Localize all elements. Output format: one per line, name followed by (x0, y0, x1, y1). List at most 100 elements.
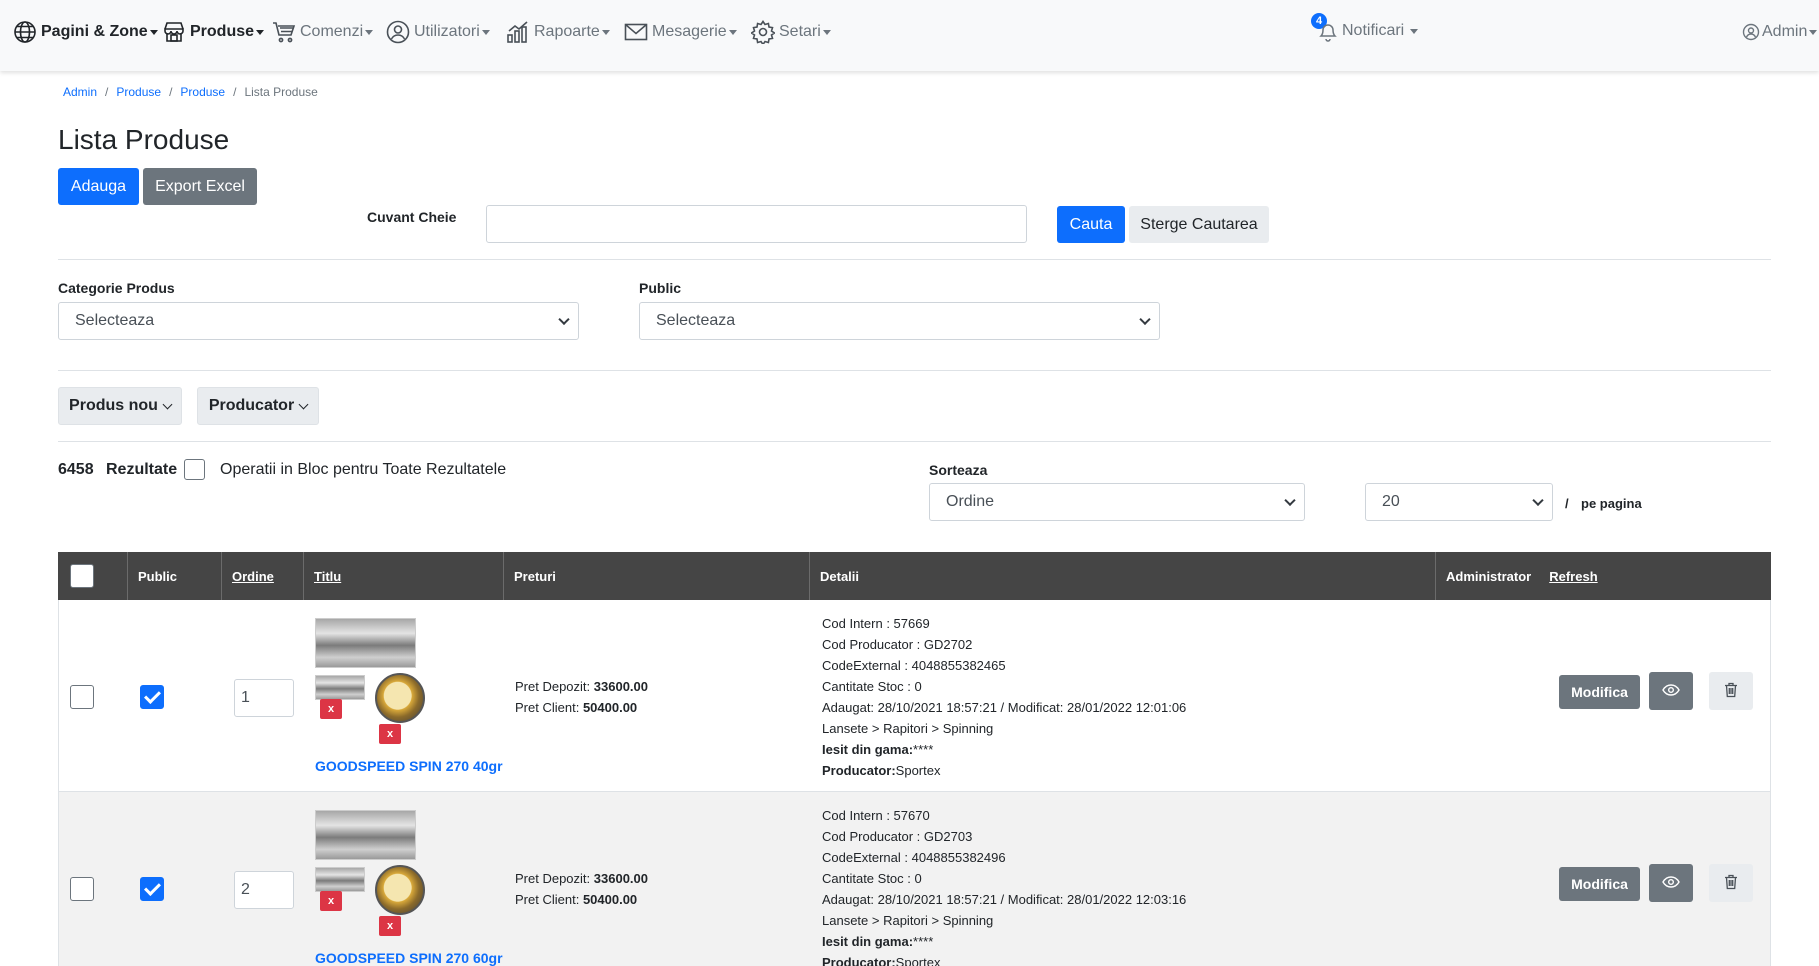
price-client: Pret Client: 50400.00 (515, 892, 637, 907)
header-admin: Administrator Refresh (1436, 552, 1771, 600)
detail-cod-producator: Cod Producator : GD2702 (822, 637, 973, 652)
row-order-input[interactable]: 1 (234, 679, 294, 717)
row-public-checkbox[interactable] (140, 685, 164, 709)
user-circle-icon (386, 20, 410, 44)
chevron-down-icon (1139, 313, 1151, 326)
producer-label: Producator: (822, 763, 896, 778)
category-select[interactable]: Selecteaza (58, 302, 579, 340)
header-order[interactable]: Ordine (222, 552, 304, 600)
nav-label: Utilizatori (414, 23, 480, 40)
per-page-separator: / (1565, 496, 1569, 511)
header-title[interactable]: Titlu (304, 552, 504, 600)
delete-button[interactable] (1709, 864, 1753, 902)
breadcrumb-current: Lista Produse (244, 85, 318, 99)
nav-comenzi[interactable]: Comenzi (272, 20, 374, 44)
nav-pagini-zone[interactable]: Pagini & Zone (13, 20, 158, 44)
new-product-filter-label: Produs nou (69, 397, 158, 414)
price-client: Pret Client: 50400.00 (515, 700, 637, 715)
price-depot-label: Pret Depozit: (515, 871, 591, 886)
out-of-range-value: **** (913, 742, 934, 757)
out-of-range-label: Iesit din gama: (822, 742, 914, 757)
clear-search-button[interactable]: Sterge Cautarea (1129, 206, 1269, 243)
keyword-input[interactable] (486, 205, 1027, 243)
product-title-link[interactable]: GOODSPEED SPIN 270 40gr (315, 758, 503, 774)
divider (58, 259, 1771, 260)
add-button[interactable]: Adauga (58, 168, 139, 205)
detail-cod-producator: Cod Producator : GD2703 (822, 829, 973, 844)
breadcrumb-produse-2[interactable]: Produse (180, 85, 225, 99)
price-depot-value: 33600.00 (593, 871, 649, 886)
search-button[interactable]: Cauta (1057, 206, 1125, 243)
nav-mesagerie[interactable]: Mesagerie (624, 20, 737, 44)
header-title-link[interactable]: Titlu (314, 569, 341, 584)
nav-label: Pagini & Zone (41, 23, 148, 40)
producer-filter-button[interactable]: Producator (197, 387, 319, 425)
row-select-checkbox[interactable] (70, 685, 94, 709)
detail-category: Lansete > Rapitori > Spinning (822, 721, 994, 736)
detail-out-of-range: Iesit din gama:**** (822, 742, 933, 757)
view-button[interactable] (1649, 864, 1693, 902)
eye-icon (1662, 683, 1680, 699)
breadcrumb-produse[interactable]: Produse (116, 85, 161, 99)
price-depot: Pret Depozit: 33600.00 (515, 871, 648, 886)
delete-image-button[interactable]: x (320, 699, 342, 719)
public-select-value: Selecteaza (656, 312, 736, 329)
producer-filter-label: Producator (208, 397, 295, 414)
edit-button[interactable]: Modifica (1559, 867, 1640, 901)
divider (58, 370, 1771, 371)
select-all-checkbox[interactable] (70, 564, 94, 588)
envelope-icon (624, 20, 648, 44)
price-depot: Pret Depozit: 33600.00 (515, 679, 648, 694)
chevron-down-icon (162, 399, 173, 409)
row-select-checkbox[interactable] (70, 877, 94, 901)
fast-action-badge-image (375, 865, 425, 915)
sort-select[interactable]: Ordine (929, 483, 1305, 521)
price-depot-value: 33600.00 (593, 679, 649, 694)
product-thumb-image (315, 867, 365, 892)
nav-admin[interactable]: Admin (1742, 20, 1818, 44)
divider (58, 441, 1771, 442)
nav-produse[interactable]: Produse (162, 20, 265, 44)
out-of-range-value: **** (913, 934, 934, 949)
bulk-operations-checkbox[interactable] (184, 459, 205, 480)
view-button[interactable] (1649, 672, 1693, 710)
category-label: Categorie Produs (58, 280, 175, 296)
detail-code-external: CodeExternal : 4048855382496 (822, 850, 1006, 865)
out-of-range-label: Iesit din gama: (822, 934, 914, 949)
detail-out-of-range: Iesit din gama:**** (822, 934, 933, 949)
page-title: Lista Produse (58, 124, 230, 155)
refresh-link[interactable]: Refresh (1549, 569, 1597, 584)
row-public-checkbox[interactable] (140, 877, 164, 901)
new-product-filter-button[interactable]: Produs nou (58, 387, 182, 425)
nav-rapoarte[interactable]: Rapoarte (506, 20, 610, 44)
nav-label: Setari (779, 23, 821, 40)
nav-utilizatori[interactable]: Utilizatori (386, 20, 490, 44)
product-main-image (315, 618, 416, 668)
chart-icon (506, 20, 530, 44)
export-excel-button[interactable]: Export Excel (143, 168, 257, 205)
producer-label: Producator: (822, 955, 896, 966)
nav-notificari[interactable]: Notificari (1318, 19, 1419, 43)
delete-badge-button[interactable]: x (379, 724, 401, 744)
nav-label: Rapoarte (534, 23, 600, 40)
breadcrumb-admin[interactable]: Admin (63, 85, 97, 99)
per-page-select[interactable]: 20 (1365, 483, 1553, 521)
bulk-operations-label: Operatii in Bloc pentru Toate Rezultatel… (220, 461, 507, 478)
detail-code-external: CodeExternal : 4048855382465 (822, 658, 1006, 673)
results-label: Rezultate (106, 461, 178, 478)
delete-badge-button[interactable]: x (379, 916, 401, 936)
chevron-down-icon (1284, 494, 1296, 507)
table-header: Public Ordine Titlu Preturi Detalii Admi… (58, 552, 1771, 600)
row-order-input[interactable]: 2 (234, 871, 294, 909)
delete-button[interactable] (1709, 672, 1753, 710)
chevron-down-icon (1532, 494, 1544, 507)
edit-button[interactable]: Modifica (1559, 675, 1640, 709)
public-select[interactable]: Selecteaza (639, 302, 1160, 340)
keyword-label: Cuvant Cheie (367, 209, 457, 225)
header-admin-label: Administrator (1446, 568, 1532, 584)
delete-image-button[interactable]: x (320, 891, 342, 911)
nav-setari[interactable]: Setari (751, 20, 831, 44)
header-order-link[interactable]: Ordine (232, 569, 274, 584)
chevron-down-icon (298, 399, 309, 409)
product-title-link[interactable]: GOODSPEED SPIN 270 60gr (315, 950, 503, 966)
